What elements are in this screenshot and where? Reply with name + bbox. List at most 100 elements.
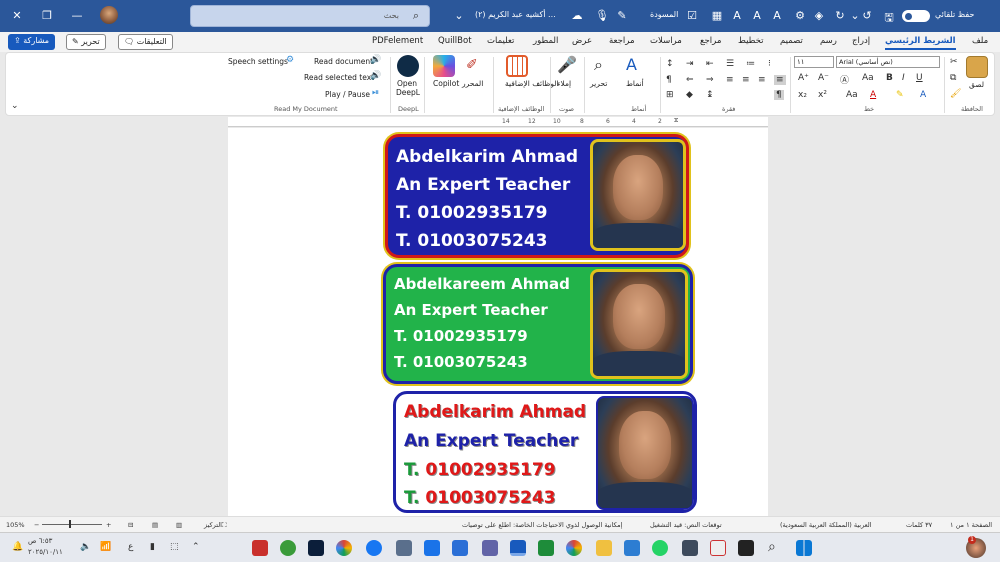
app-icon-chrome-2[interactable] xyxy=(566,540,582,556)
mic-icon[interactable]: 🎙 xyxy=(595,9,609,22)
change-case-icon[interactable]: Aa xyxy=(846,90,858,100)
tab-file[interactable]: ملف xyxy=(972,36,988,46)
zoom-out-icon[interactable]: − xyxy=(34,521,39,529)
share-button[interactable]: ⇪ مشاركة xyxy=(8,34,56,50)
focus-label[interactable]: التركيز xyxy=(204,521,222,529)
tab-insert[interactable]: إدراج xyxy=(852,36,870,46)
zoom-thumb[interactable] xyxy=(69,520,71,528)
app-icon-translate[interactable] xyxy=(424,540,440,556)
outdent-icon[interactable]: ⇤ xyxy=(706,59,714,69)
card-blue[interactable]: Abdelkarim Ahmad An Expert Teacher T. 01… xyxy=(385,134,689,258)
search-box[interactable]: بحث ⌕ xyxy=(190,5,430,27)
find-icon[interactable]: ⌕ xyxy=(594,55,603,75)
tab-mailings[interactable]: مراسلات xyxy=(650,36,682,46)
tab-references[interactable]: مراجع xyxy=(700,36,721,46)
font-a-icon[interactable]: A xyxy=(730,9,744,22)
accessibility-status[interactable]: إمكانية الوصول لذوي الاحتياجات الخاصة: ا… xyxy=(462,521,622,529)
shrink-font-icon[interactable]: A⁻ xyxy=(818,73,829,83)
text-predictions[interactable]: توقعات النص: قيد التشغيل xyxy=(650,521,722,529)
multilevel-list-icon[interactable]: ☰ xyxy=(726,59,734,69)
start-icon[interactable] xyxy=(796,540,812,556)
open-deepl-label-2[interactable]: DeepL xyxy=(396,88,420,97)
ltr-icon[interactable]: ⇒ xyxy=(706,75,714,85)
word-count[interactable]: ٣٧ كلمات xyxy=(906,521,932,529)
app-icon-folder[interactable] xyxy=(596,540,612,556)
read-document-button[interactable]: Read document xyxy=(314,57,373,66)
app-icon-notepad[interactable] xyxy=(624,540,640,556)
shapes-icon[interactable]: ◈ xyxy=(812,9,826,22)
highlight-icon[interactable]: ✎ xyxy=(896,90,904,100)
center-icon[interactable]: ≡ xyxy=(758,75,766,85)
search-icon[interactable]: ⌕ xyxy=(768,539,776,555)
redo-icon[interactable]: ↻ xyxy=(833,9,847,22)
app-icon-word[interactable] xyxy=(510,540,526,556)
zoom-level[interactable]: 105% xyxy=(6,521,25,529)
app-icon-settings[interactable] xyxy=(396,540,412,556)
tab-review[interactable]: مراجعة xyxy=(609,36,635,46)
font-a2-icon[interactable]: A xyxy=(750,9,764,22)
copilot-icon[interactable] xyxy=(433,55,455,77)
tab-developer[interactable]: المطور xyxy=(533,36,558,46)
play-pause-button[interactable]: Play / Pause xyxy=(325,90,370,99)
read-selected-button[interactable]: Read selected text xyxy=(304,73,374,82)
app-icon-capture[interactable] xyxy=(738,540,754,556)
editing-mode-button[interactable]: ✎ تحرير xyxy=(66,34,106,50)
document-page[interactable]: Abdelkarim Ahmad An Expert Teacher T. 01… xyxy=(228,128,768,516)
bold-icon[interactable]: B xyxy=(886,73,893,83)
app-icon-sheets[interactable] xyxy=(538,540,554,556)
tab-help[interactable]: تعليمات xyxy=(487,36,514,46)
card-green[interactable]: Abdelkareem Ahmad An Expert Teacher T. 0… xyxy=(383,264,693,384)
wifi-icon[interactable]: 📶 xyxy=(100,542,111,552)
underline-icon[interactable]: U xyxy=(916,73,923,83)
paste-label[interactable]: لصق xyxy=(969,80,984,89)
card-white[interactable]: Abdelkarim Ahmad An Expert Teacher T. 01… xyxy=(393,391,697,513)
bullet-list-icon[interactable]: ⁝ xyxy=(768,59,771,69)
editor-label[interactable]: المحرر xyxy=(462,79,483,88)
numbered-list-icon[interactable]: ≔ xyxy=(746,59,755,69)
tab-layout[interactable]: تخطيط xyxy=(738,36,763,46)
undo-icon[interactable]: ↺ xyxy=(860,9,874,22)
avatar[interactable] xyxy=(100,6,118,24)
notification-bell-icon[interactable]: 🔔 xyxy=(12,542,23,552)
minimize-icon[interactable]: — xyxy=(70,9,84,22)
microphone-icon[interactable]: 🎤 xyxy=(557,55,577,74)
app-icon-facebook[interactable] xyxy=(366,540,382,556)
comments-button[interactable]: 🗨 التعليقات xyxy=(118,34,173,50)
edit-icon[interactable]: ✎ xyxy=(615,9,629,22)
styles-label[interactable]: أنماط xyxy=(626,79,644,88)
align-left-icon[interactable]: ≡ xyxy=(742,75,750,85)
editor-icon[interactable]: ✐ xyxy=(466,57,478,73)
app-icon-tv[interactable] xyxy=(452,540,468,556)
font-color-icon[interactable]: A xyxy=(870,90,876,100)
autosave-toggle[interactable] xyxy=(902,10,930,22)
app-icon-chrome[interactable] xyxy=(336,540,352,556)
input-language[interactable]: ع xyxy=(128,542,133,552)
focus-icon[interactable]: ⛶ xyxy=(222,521,227,530)
subscript-icon[interactable]: x₂ xyxy=(798,90,807,100)
border-icon[interactable]: ⊞ xyxy=(666,90,674,100)
quick-icon[interactable]: ⚙ xyxy=(793,9,807,22)
app-icon-keyboard[interactable] xyxy=(682,540,698,556)
cut-icon[interactable]: ✂ xyxy=(950,57,958,67)
text-effects-icon[interactable]: A xyxy=(920,90,926,100)
collapse-ribbon-icon[interactable]: ⌄ xyxy=(11,101,19,111)
network-icon[interactable]: ⬚ xyxy=(170,542,179,552)
app-icon-whatsapp[interactable] xyxy=(652,540,668,556)
align-right-icon[interactable]: ≡ xyxy=(774,75,786,85)
show-marks-icon[interactable]: ¶ xyxy=(774,90,784,100)
volume-icon[interactable]: 🔈 xyxy=(80,542,91,552)
web-layout-icon[interactable]: ⊟ xyxy=(128,521,133,529)
open-deepl-label-1[interactable]: Open xyxy=(397,79,417,88)
clock-time[interactable]: ٦:٥٣ ص xyxy=(28,537,52,545)
format-painter-icon[interactable]: 🖌 xyxy=(950,89,961,99)
deepl-icon[interactable] xyxy=(397,55,419,77)
addins-icon[interactable] xyxy=(506,55,528,77)
chevron-up-icon[interactable]: ⌃ xyxy=(192,542,200,552)
language-status[interactable]: العربية (المملكة العربية السعودية) xyxy=(780,521,872,529)
justify-icon[interactable]: ≡ xyxy=(726,75,734,85)
indent-icon[interactable]: ⇥ xyxy=(686,59,694,69)
zoom-in-icon[interactable]: + xyxy=(106,521,111,529)
font-size-select[interactable]: ١١ xyxy=(794,56,834,68)
table-icon[interactable]: ▦ xyxy=(710,9,724,22)
sort-icon[interactable]: ↕ xyxy=(666,59,674,69)
